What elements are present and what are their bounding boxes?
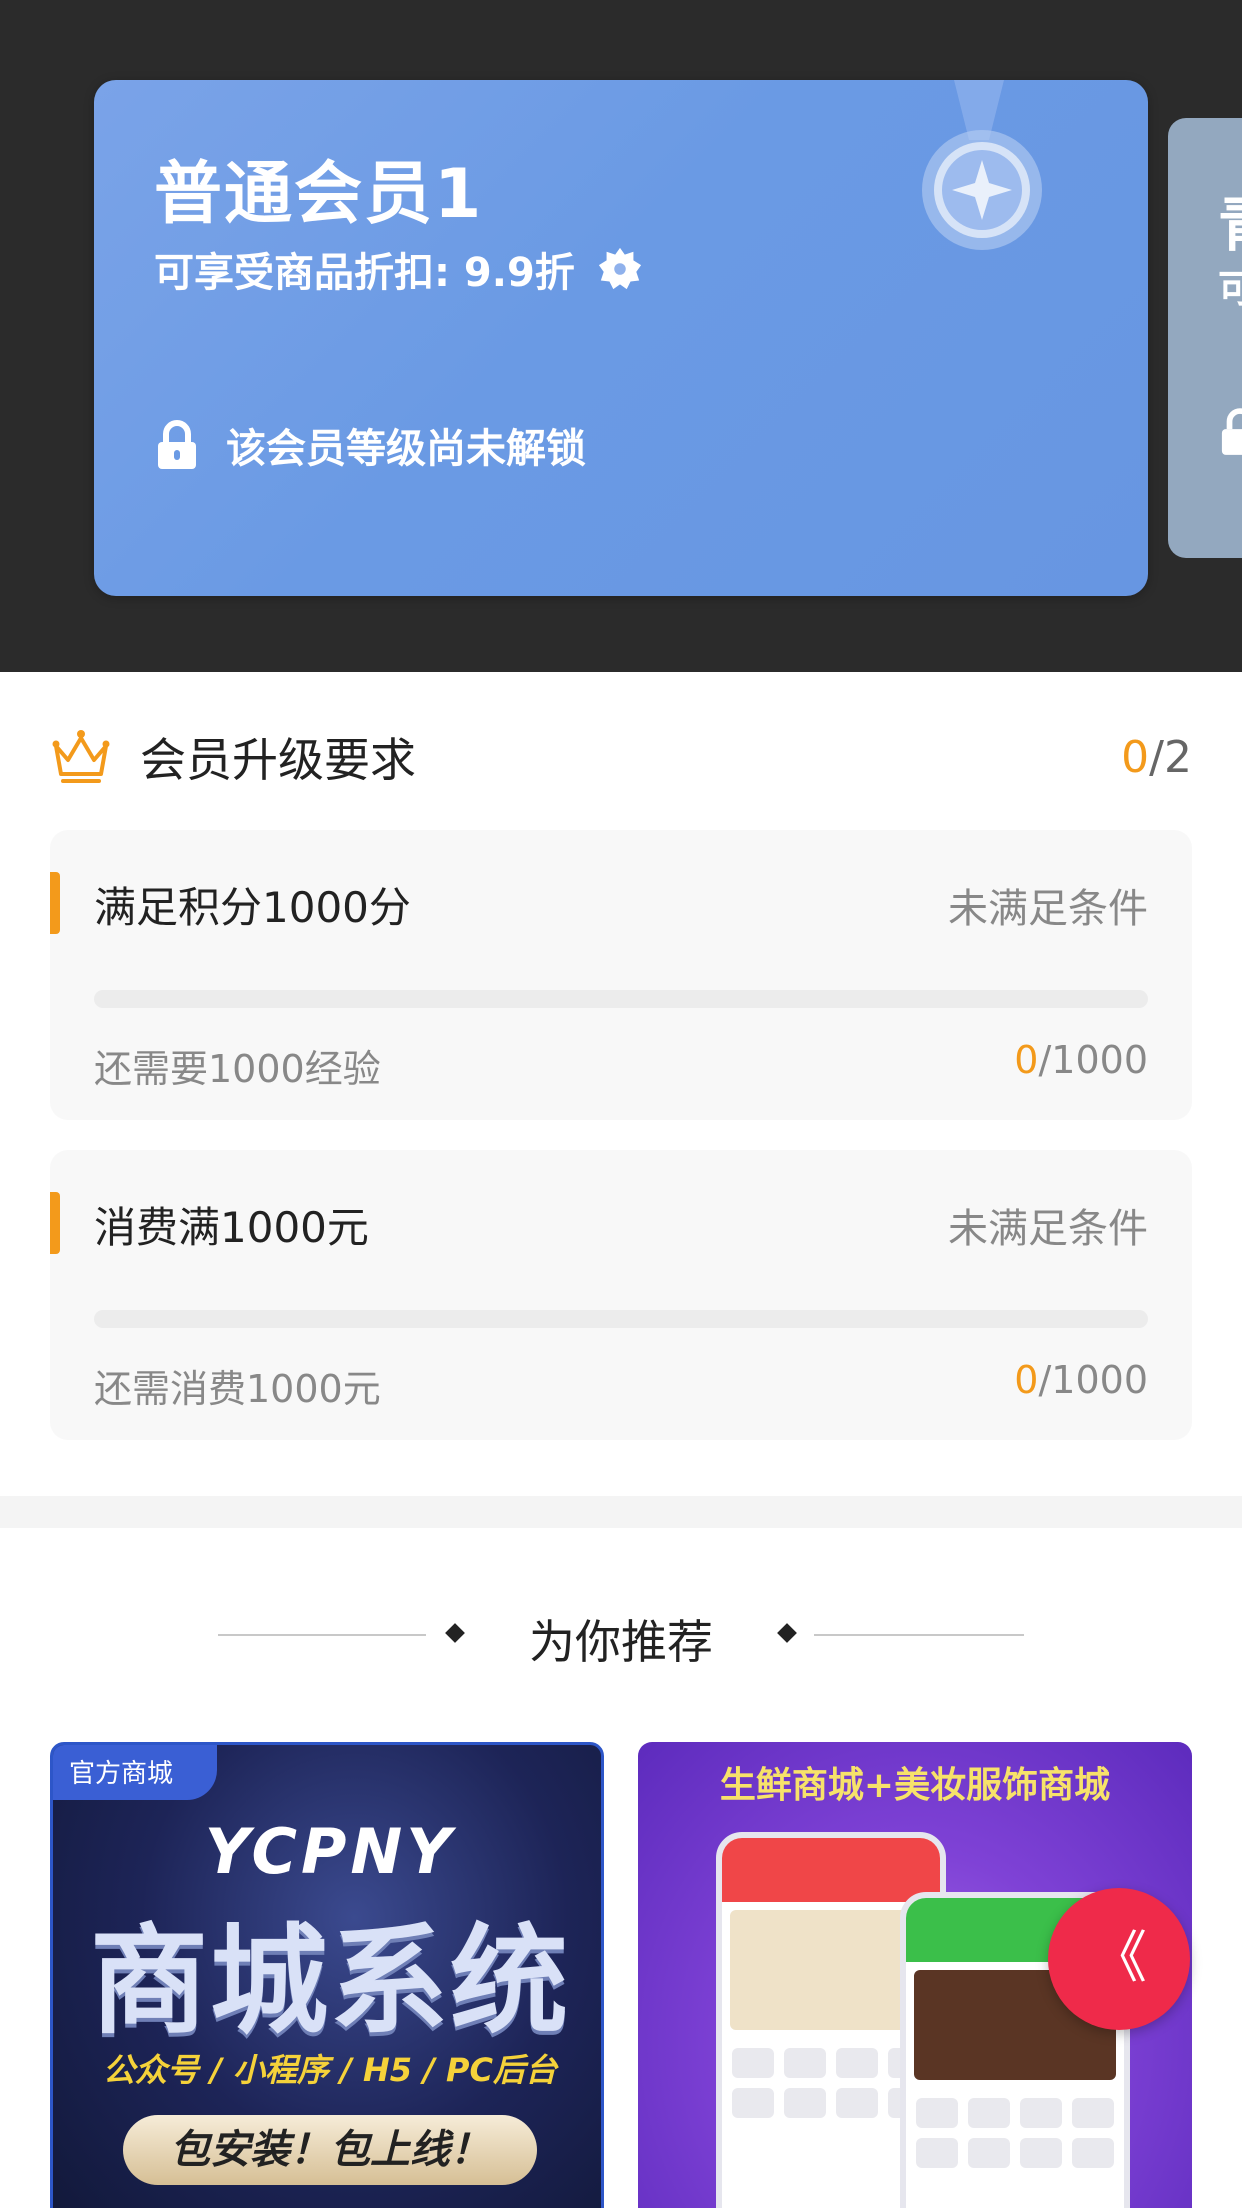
official-store-tag: 官方商城 bbox=[53, 1745, 218, 1800]
requirements-header: 会员升级要求 0/2 bbox=[50, 722, 1192, 792]
lock-icon bbox=[158, 420, 196, 469]
lock-status: 该会员等级尚未解锁 bbox=[156, 416, 586, 474]
upgrade-requirements: 会员升级要求 0/2 满足积分1000分 未满足条件 还需要1000经验 0/1… bbox=[0, 672, 1242, 1496]
member-level-card[interactable]: 普通会员1 可享受商品折扣: 9.9折 该会员等级尚未解锁 bbox=[94, 80, 1148, 596]
progress-bar bbox=[94, 990, 1148, 1008]
next-level-name: 青 bbox=[1218, 176, 1242, 263]
lock-text: 该会员等级尚未解锁 bbox=[226, 426, 586, 472]
recommend-header: 为你推荐 bbox=[0, 1600, 1242, 1670]
lock-icon bbox=[1221, 408, 1242, 455]
requirements-count: 0/2 bbox=[1121, 731, 1192, 783]
requirement-card-spending: 消费满1000元 未满足条件 还需消费1000元 0/1000 bbox=[50, 1150, 1192, 1440]
requirement-card-points: 满足积分1000分 未满足条件 还需要1000经验 0/1000 bbox=[50, 830, 1192, 1120]
requirement-progress: 0/1000 bbox=[1014, 1358, 1148, 1402]
requirement-title: 消费满1000元 bbox=[94, 1203, 369, 1252]
section-divider bbox=[0, 1496, 1242, 1528]
badge-icon bbox=[598, 247, 641, 290]
requirement-status: 未满足条件 bbox=[948, 1206, 1148, 1252]
product-brand: YCPNY bbox=[204, 1815, 456, 1888]
crown-icon bbox=[52, 730, 110, 783]
recommend-title: 为你推荐 bbox=[529, 1615, 713, 1669]
product-card[interactable]: 官方商城 YCPNY 商城系统 公众号 / 小程序 / H5 / PC后台 包安… bbox=[50, 1742, 604, 2208]
collapse-float-button[interactable]: 《 bbox=[1048, 1888, 1190, 2030]
level-discount: 可享受商品折扣: 9.9折 bbox=[154, 240, 643, 298]
accent-bar bbox=[50, 872, 60, 934]
divider-line bbox=[814, 1634, 1024, 1636]
level-carousel[interactable]: 普通会员1 可享受商品折扣: 9.9折 该会员等级尚未解锁 青 可 bbox=[0, 0, 1242, 672]
next-level-sub: 可 bbox=[1218, 267, 1242, 311]
requirement-remaining: 还需消费1000元 bbox=[94, 1367, 381, 1411]
progress-bar bbox=[94, 1310, 1148, 1328]
requirements-title: 会员升级要求 bbox=[140, 733, 416, 787]
product-headline: 商城系统 bbox=[89, 1912, 570, 2050]
requirement-progress: 0/1000 bbox=[1014, 1038, 1148, 1082]
requirement-remaining: 还需要1000经验 bbox=[94, 1047, 381, 1091]
medal-icon bbox=[922, 80, 1042, 250]
product-pill: 包安装！包上线！ bbox=[123, 2115, 537, 2185]
discount-text: 可享受商品折扣: 9.9折 bbox=[154, 250, 575, 296]
product-banner: 生鲜商城+美妆服饰商城 bbox=[719, 1765, 1111, 1806]
level-name: 普通会员1 bbox=[154, 155, 484, 234]
requirement-title: 满足积分1000分 bbox=[94, 883, 411, 932]
accent-bar bbox=[50, 1192, 60, 1254]
product-subline: 公众号 / 小程序 / H5 / PC后台 bbox=[103, 2051, 557, 2089]
requirement-status: 未满足条件 bbox=[948, 886, 1148, 932]
next-level-card[interactable]: 青 可 bbox=[1168, 118, 1242, 558]
